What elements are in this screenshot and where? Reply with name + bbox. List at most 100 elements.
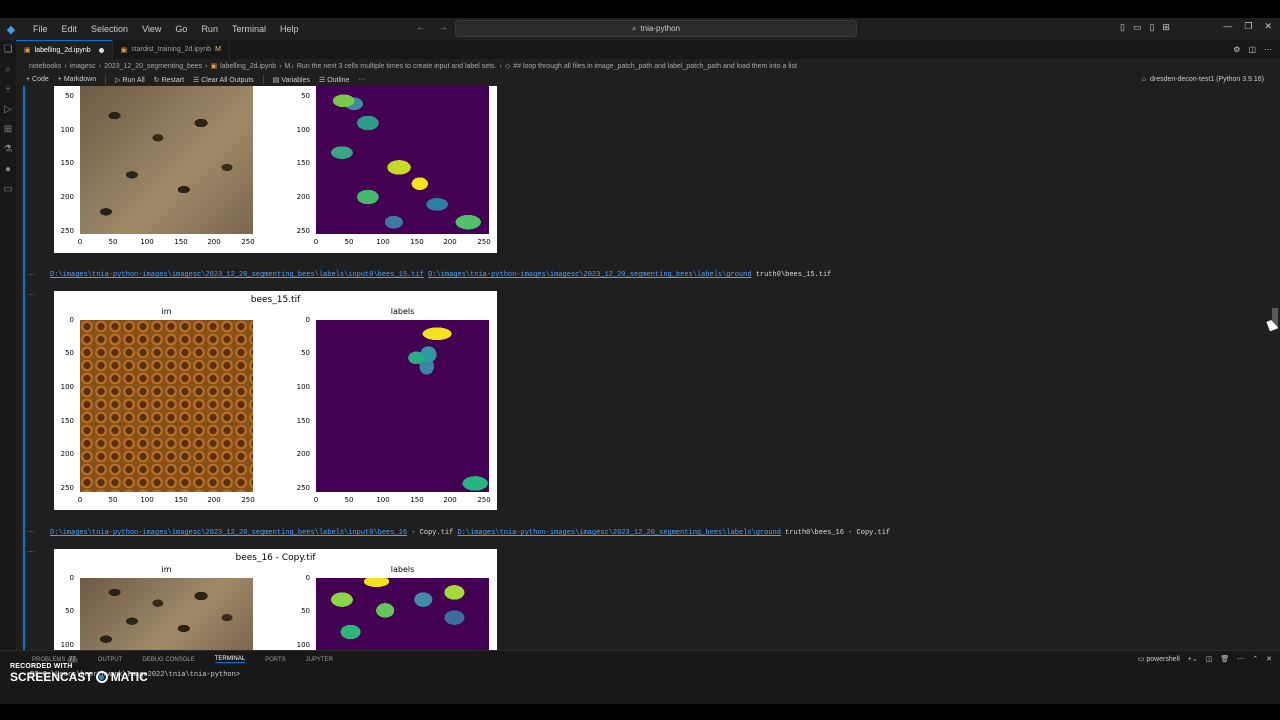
more-actions-icon[interactable]: ⋯ (1264, 45, 1272, 54)
y-tick: 50 (301, 607, 310, 615)
unsaved-dot-icon[interactable] (98, 47, 104, 53)
outline-button[interactable]: ☰ Outline (319, 76, 349, 84)
activity-bar: ❏ ⌕ ⑂ ▷ ⊞ ⚗ ● ▭ (0, 40, 16, 650)
breadcrumb: notebooks › imagesc › 2023_12_20_segment… (16, 59, 1280, 73)
close-window-icon[interactable]: ✕ (1264, 21, 1272, 32)
maximize-panel-icon[interactable]: ⌃ (1252, 655, 1258, 663)
output-ellipsis[interactable]: ··· (27, 527, 35, 536)
tab-labelling-2d[interactable]: ▣ labelling_2d.ipynb (16, 40, 113, 59)
add-code-button[interactable]: + Code (26, 76, 49, 83)
editor-tabs: ▣ labelling_2d.ipynb ▣ stardist_training… (16, 40, 1280, 59)
tab-jupyter[interactable]: JUPYTER (306, 657, 333, 663)
menu-file[interactable]: File (26, 24, 55, 34)
output-path-line: D:\images\tnia-python-images\imagesc\202… (50, 529, 890, 537)
tab-actions: ⚙ ◫ ⋯ (1233, 45, 1280, 54)
kill-terminal-icon[interactable]: 🗑 (1220, 655, 1229, 663)
new-terminal-icon[interactable]: +⌄ (1188, 655, 1198, 663)
x-tick: 50 (108, 496, 118, 504)
split-terminal-icon[interactable]: ◫ (1206, 655, 1213, 663)
add-code-label: Code (32, 76, 49, 83)
breadcrumb-item[interactable]: notebooks (29, 63, 61, 70)
back-arrow-icon[interactable]: ← (416, 22, 426, 33)
notebook-icon: ▣ (24, 47, 31, 54)
variables-button[interactable]: ▤ Variables (273, 76, 310, 84)
y-tick: 100 (60, 383, 74, 391)
source-control-icon[interactable]: ⑂ (5, 84, 11, 95)
restart-button[interactable]: ↻ Restart (154, 76, 184, 84)
tab-debug-console[interactable]: DEBUG CONSOLE (142, 657, 194, 663)
remote-explorer-icon[interactable]: ▭ (3, 184, 12, 195)
run-debug-icon[interactable]: ▷ (4, 104, 12, 115)
terminal-prompt: PS C:\Users\bnorthwork\Image2022\tnia\tn… (30, 671, 241, 679)
search-icon: ⌕ (631, 23, 637, 33)
kernel-picker[interactable]: ⌂ dresden-decon-test1 (Python 3.9.16) (1142, 76, 1280, 83)
output-figure-bees-16-copy: bees_16 - Copy.tif im labels 0 50 100 0 … (54, 549, 497, 650)
jupyter-icon[interactable]: ● (5, 164, 11, 175)
menu-go[interactable]: Go (168, 24, 194, 34)
input-path-link[interactable]: D:\images\tnia-python-images\imagesc\202… (50, 529, 407, 537)
terminal-shell-selector[interactable]: ▭ powershell (1138, 655, 1180, 663)
more-toolbar-button[interactable]: ··· (358, 76, 365, 83)
search-view-icon[interactable]: ⌕ (5, 64, 11, 75)
screen-top-border (0, 0, 1280, 18)
run-all-button[interactable]: ▷ Run All (115, 76, 145, 84)
ground-path-link[interactable]: D:\images\tnia-python-images\imagesc\202… (428, 271, 751, 279)
y-tick: 100 (296, 383, 310, 391)
tab-problems[interactable]: PROBLEMS 77 (32, 656, 78, 663)
x-tick: 100 (140, 496, 154, 504)
testing-icon[interactable]: ⚗ (4, 144, 13, 155)
explorer-icon[interactable]: ❏ (4, 44, 13, 55)
menu-help[interactable]: Help (273, 24, 306, 34)
axes-title-im: im (161, 565, 172, 574)
breadcrumb-item[interactable]: ## loop through all files in image_patch… (513, 63, 797, 70)
menu-run[interactable]: Run (194, 24, 225, 34)
menu-edit[interactable]: Edit (55, 24, 85, 34)
menu-terminal[interactable]: Terminal (225, 24, 273, 34)
settings-gear-icon[interactable]: ⚙ (1233, 45, 1240, 54)
tab-output[interactable]: OUTPUT (98, 657, 123, 663)
y-tick: 0 (305, 574, 310, 582)
tab-terminal[interactable]: TERMINAL (214, 656, 246, 663)
toggle-panel-icon[interactable]: ▭ (1133, 22, 1142, 33)
menu-selection[interactable]: Selection (84, 24, 135, 34)
breadcrumb-item[interactable]: Run the next 3 cells multiple times to c… (297, 63, 497, 70)
more-panel-icon[interactable]: ⋯ (1237, 655, 1244, 663)
breadcrumb-item[interactable]: imagesc (70, 63, 96, 70)
restore-icon[interactable]: ❐ (1244, 21, 1252, 32)
customize-layout-icon[interactable]: ⊞ (1162, 22, 1170, 33)
command-center-search[interactable]: ⌕ tnia-python (455, 20, 857, 37)
breadcrumb-item[interactable]: 2023_12_20_segmenting_bees (104, 63, 202, 70)
minimize-icon[interactable]: — (1223, 21, 1232, 32)
terminal-output[interactable]: PS C:\Users\bnorthwork\Image2022\tnia\tn… (0, 668, 1280, 704)
x-tick: 150 (174, 496, 188, 504)
tab-ports[interactable]: PORTS (265, 657, 286, 663)
notebook-toolbar: + Code + Markdown ▷ Run All ↻ Restart ☰ … (16, 73, 1280, 86)
tab-problems-label: PROBLEMS (32, 656, 66, 663)
toggle-secondary-sidebar-icon[interactable]: ▯ (1149, 22, 1154, 33)
tab-stardist-training[interactable]: ▣ stardist_training_2d.ipynb M (113, 40, 230, 59)
output-ellipsis[interactable]: ··· (27, 547, 35, 556)
breadcrumb-sep-icon: › (499, 62, 502, 70)
split-editor-icon[interactable]: ◫ (1248, 45, 1256, 54)
clear-outputs-button[interactable]: ☰ Clear All Outputs (193, 76, 254, 84)
axes-title-labels: labels (390, 307, 415, 316)
x-tick: 250 (241, 238, 255, 246)
y-tick: 150 (296, 159, 310, 167)
forward-arrow-icon[interactable]: → (438, 22, 448, 33)
output-ellipsis[interactable]: ··· (27, 290, 35, 299)
close-panel-icon[interactable]: ✕ (1266, 655, 1272, 663)
input-path-link[interactable]: D:\images\tnia-python-images\imagesc\202… (50, 271, 424, 279)
breadcrumb-item[interactable]: labelling_2d.ipynb (220, 63, 276, 70)
notebook-editor[interactable]: 50 100 150 200 250 50 100 150 200 250 0 … (16, 86, 1280, 650)
outline-label: Outline (327, 76, 350, 84)
ground-path-link[interactable]: D:\images\tnia-python-images\imagesc\202… (457, 529, 780, 537)
output-ellipsis[interactable]: ··· (27, 270, 35, 279)
extensions-icon[interactable]: ⊞ (4, 124, 12, 135)
add-markdown-button[interactable]: + Markdown (58, 76, 96, 83)
menu-view[interactable]: View (135, 24, 168, 34)
toggle-sidebar-icon[interactable]: ▯ (1120, 22, 1125, 33)
x-tick: 150 (410, 238, 424, 246)
labels-image (316, 86, 489, 234)
y-tick: 200 (296, 193, 310, 201)
menu-bar: File Edit Selection View Go Run Terminal… (26, 24, 305, 34)
